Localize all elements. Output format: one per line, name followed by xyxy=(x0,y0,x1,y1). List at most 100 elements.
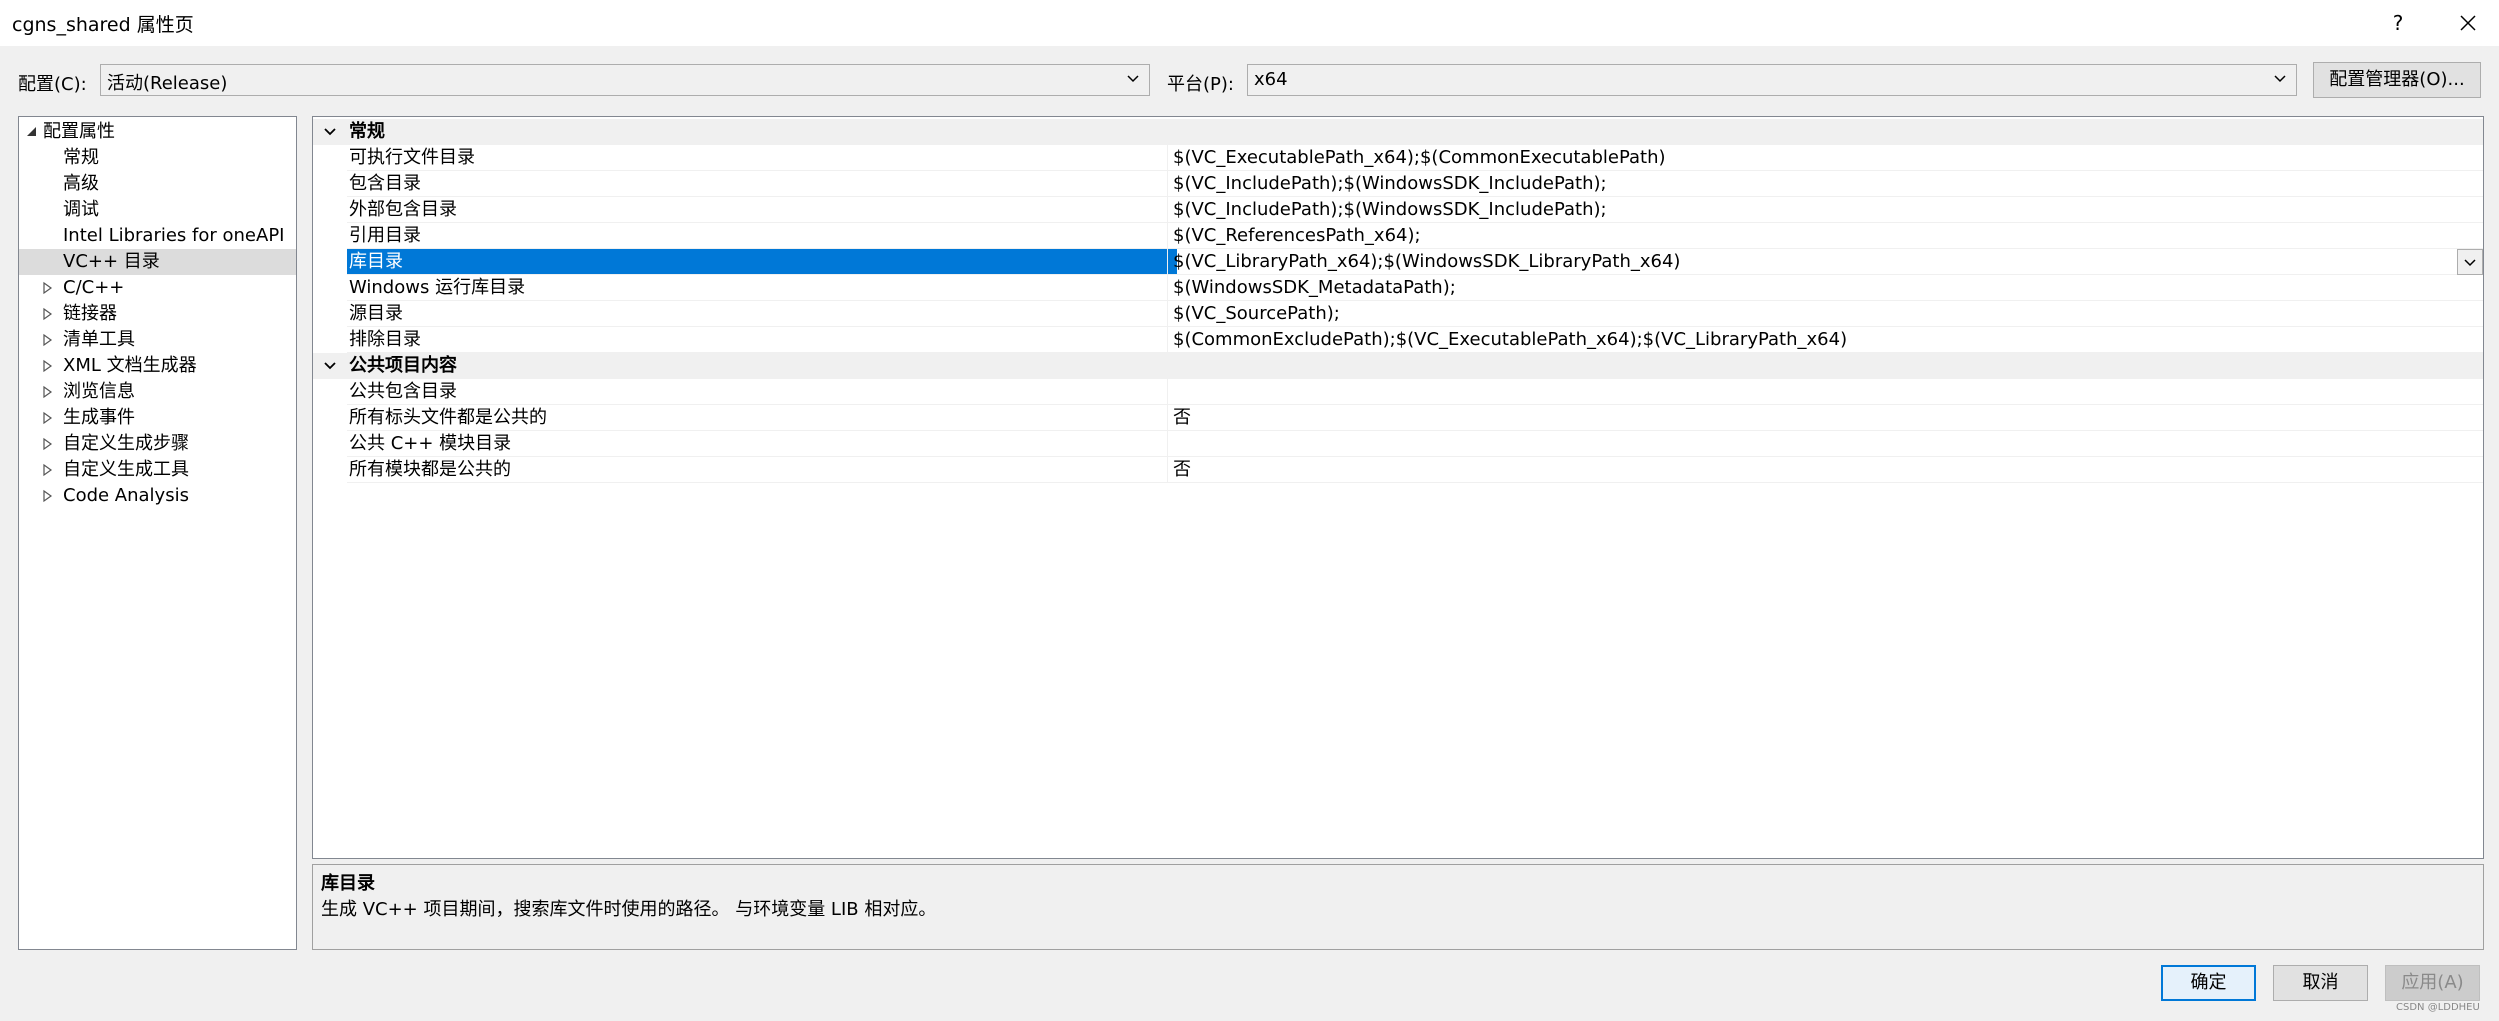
expanded-triangle-icon[interactable] xyxy=(25,119,39,145)
tree-item[interactable]: C/C++ xyxy=(19,275,296,301)
description-title: 库目录 xyxy=(321,873,375,894)
property-value[interactable]: $(VC_ExecutablePath_x64);$(CommonExecuta… xyxy=(1169,145,1666,171)
config-label: 配置(C): xyxy=(18,74,87,95)
column-separator xyxy=(1167,275,1168,301)
collapsed-triangle-icon[interactable] xyxy=(41,275,55,301)
tree-item[interactable]: 高级 xyxy=(19,171,296,197)
collapsed-triangle-icon[interactable] xyxy=(41,379,55,405)
property-value[interactable]: 否 xyxy=(1169,457,1191,483)
property-name: 源目录 xyxy=(349,303,403,324)
property-value[interactable]: $(VC_IncludePath);$(WindowsSDK_IncludePa… xyxy=(1169,197,1607,223)
config-manager-button[interactable]: 配置管理器(O)... xyxy=(2313,62,2481,98)
column-separator xyxy=(1167,249,1168,275)
property-value[interactable]: 否 xyxy=(1169,405,1191,431)
column-separator xyxy=(1167,223,1168,249)
column-separator xyxy=(1167,197,1168,223)
tree-item[interactable]: Intel Libraries for oneAPI xyxy=(19,223,296,249)
column-separator xyxy=(1167,457,1168,483)
chevron-down-icon xyxy=(2274,75,2286,83)
tree-root[interactable]: 配置属性 xyxy=(19,119,296,145)
tree-item[interactable]: 自定义生成步骤 xyxy=(19,431,296,457)
column-separator xyxy=(1167,379,1168,405)
chevron-down-icon xyxy=(2464,259,2476,267)
column-separator xyxy=(1167,301,1168,327)
value-dropdown-button[interactable] xyxy=(2457,249,2483,275)
description-pane: 库目录 生成 VC++ 项目期间，搜索库文件时使用的路径。 与环境变量 LIB … xyxy=(312,864,2484,950)
property-value[interactable]: $(VC_SourcePath); xyxy=(1169,301,1340,327)
tree-item[interactable]: 调试 xyxy=(19,197,296,223)
close-button[interactable] xyxy=(2448,6,2488,40)
property-value[interactable]: $(VC_LibraryPath_x64);$(WindowsSDK_Libra… xyxy=(1169,249,1680,275)
column-separator xyxy=(1167,405,1168,431)
help-button[interactable]: ? xyxy=(2378,6,2418,40)
collapsed-triangle-icon[interactable] xyxy=(41,353,55,379)
property-name: 可执行文件目录 xyxy=(349,147,475,168)
column-separator xyxy=(1167,145,1168,171)
property-name: 引用目录 xyxy=(349,225,421,246)
property-row[interactable]: 所有标头文件都是公共的 否 xyxy=(313,405,2483,431)
tree-item-label: 清单工具 xyxy=(63,329,135,350)
property-name: 包含目录 xyxy=(349,173,421,194)
category-row[interactable]: 公共项目内容 xyxy=(313,353,2483,379)
config-dropdown[interactable]: 活动(Release) xyxy=(100,64,1150,96)
tree-item-label: 高级 xyxy=(63,173,99,194)
property-grid: 常规可执行文件目录 $(VC_ExecutablePath_x64);$(Comm… xyxy=(312,116,2484,859)
collapsed-triangle-icon[interactable] xyxy=(41,431,55,457)
property-name: 外部包含目录 xyxy=(349,199,457,220)
property-value[interactable]: $(WindowsSDK_MetadataPath); xyxy=(1169,275,1456,301)
tree-item[interactable]: VC++ 目录 xyxy=(19,249,296,275)
tree-item-label: Code Analysis xyxy=(63,485,189,506)
tree-item[interactable]: 生成事件 xyxy=(19,405,296,431)
property-row[interactable]: 外部包含目录 $(VC_IncludePath);$(WindowsSDK_Inc… xyxy=(313,197,2483,223)
property-value[interactable] xyxy=(1169,379,1173,405)
tree-item[interactable]: Code Analysis xyxy=(19,483,296,509)
tree-item-label: C/C++ xyxy=(63,277,125,298)
close-icon xyxy=(2460,15,2476,31)
collapsed-triangle-icon[interactable] xyxy=(41,483,55,509)
property-row[interactable]: 源目录 $(VC_SourcePath); xyxy=(313,301,2483,327)
property-row[interactable]: Windows 运行库目录 $(WindowsSDK_MetadataPath); xyxy=(313,275,2483,301)
property-row[interactable]: 引用目录 $(VC_ReferencesPath_x64); xyxy=(313,223,2483,249)
property-name: 库目录 xyxy=(347,249,1177,275)
property-value[interactable]: $(VC_ReferencesPath_x64); xyxy=(1169,223,1421,249)
category-name: 常规 xyxy=(349,121,385,142)
property-row[interactable]: 所有模块都是公共的 否 xyxy=(313,457,2483,483)
category-row[interactable]: 常规 xyxy=(313,119,2483,145)
tree-item-label: 浏览信息 xyxy=(63,381,135,402)
property-row[interactable]: 包含目录 $(VC_IncludePath);$(WindowsSDK_Inclu… xyxy=(313,171,2483,197)
collapsed-triangle-icon[interactable] xyxy=(41,457,55,483)
tree-item[interactable]: 自定义生成工具 xyxy=(19,457,296,483)
config-value: 活动(Release) xyxy=(107,73,228,94)
tree-item[interactable]: 链接器 xyxy=(19,301,296,327)
property-tree: 配置属性 常规 高级调试 Intel Libraries for oneAPI VC+… xyxy=(18,116,297,950)
collapsed-triangle-icon[interactable] xyxy=(41,405,55,431)
property-value[interactable]: $(VC_IncludePath);$(WindowsSDK_IncludePa… xyxy=(1169,171,1607,197)
tree-item[interactable]: 浏览信息 xyxy=(19,379,296,405)
cancel-button[interactable]: 取消 xyxy=(2273,965,2368,1001)
property-row[interactable]: 公共包含目录 xyxy=(313,379,2483,405)
chevron-down-icon[interactable] xyxy=(323,125,337,139)
property-name: Windows 运行库目录 xyxy=(349,277,526,298)
tree-item-label: 链接器 xyxy=(63,303,117,324)
property-name: 所有模块都是公共的 xyxy=(349,459,511,480)
tree-item-label: 自定义生成步骤 xyxy=(63,433,189,454)
tree-item[interactable]: 清单工具 xyxy=(19,327,296,353)
tree-item[interactable]: 常规 xyxy=(19,145,296,171)
collapsed-triangle-icon[interactable] xyxy=(41,327,55,353)
tree-item[interactable]: XML 文档生成器 xyxy=(19,353,296,379)
apply-button[interactable]: 应用(A) xyxy=(2385,965,2480,1001)
tree-item-label: 生成事件 xyxy=(63,407,135,428)
property-row[interactable]: 库目录 $(VC_LibraryPath_x64);$(WindowsSDK_Li… xyxy=(313,249,2483,275)
property-value[interactable]: $(CommonExcludePath);$(VC_ExecutablePath… xyxy=(1169,327,1847,353)
platform-dropdown[interactable]: x64 xyxy=(1247,64,2297,96)
ok-button[interactable]: 确定 xyxy=(2161,965,2256,1001)
property-name: 公共 C++ 模块目录 xyxy=(349,433,512,454)
watermark: CSDN @LDDHEU xyxy=(2396,1002,2480,1013)
tree-item-label: XML 文档生成器 xyxy=(63,355,197,376)
property-row[interactable]: 公共 C++ 模块目录 xyxy=(313,431,2483,457)
property-row[interactable]: 排除目录 $(CommonExcludePath);$(VC_Executable… xyxy=(313,327,2483,353)
collapsed-triangle-icon[interactable] xyxy=(41,301,55,327)
chevron-down-icon[interactable] xyxy=(323,359,337,373)
property-value[interactable] xyxy=(1169,431,1173,457)
property-row[interactable]: 可执行文件目录 $(VC_ExecutablePath_x64);$(Common… xyxy=(313,145,2483,171)
